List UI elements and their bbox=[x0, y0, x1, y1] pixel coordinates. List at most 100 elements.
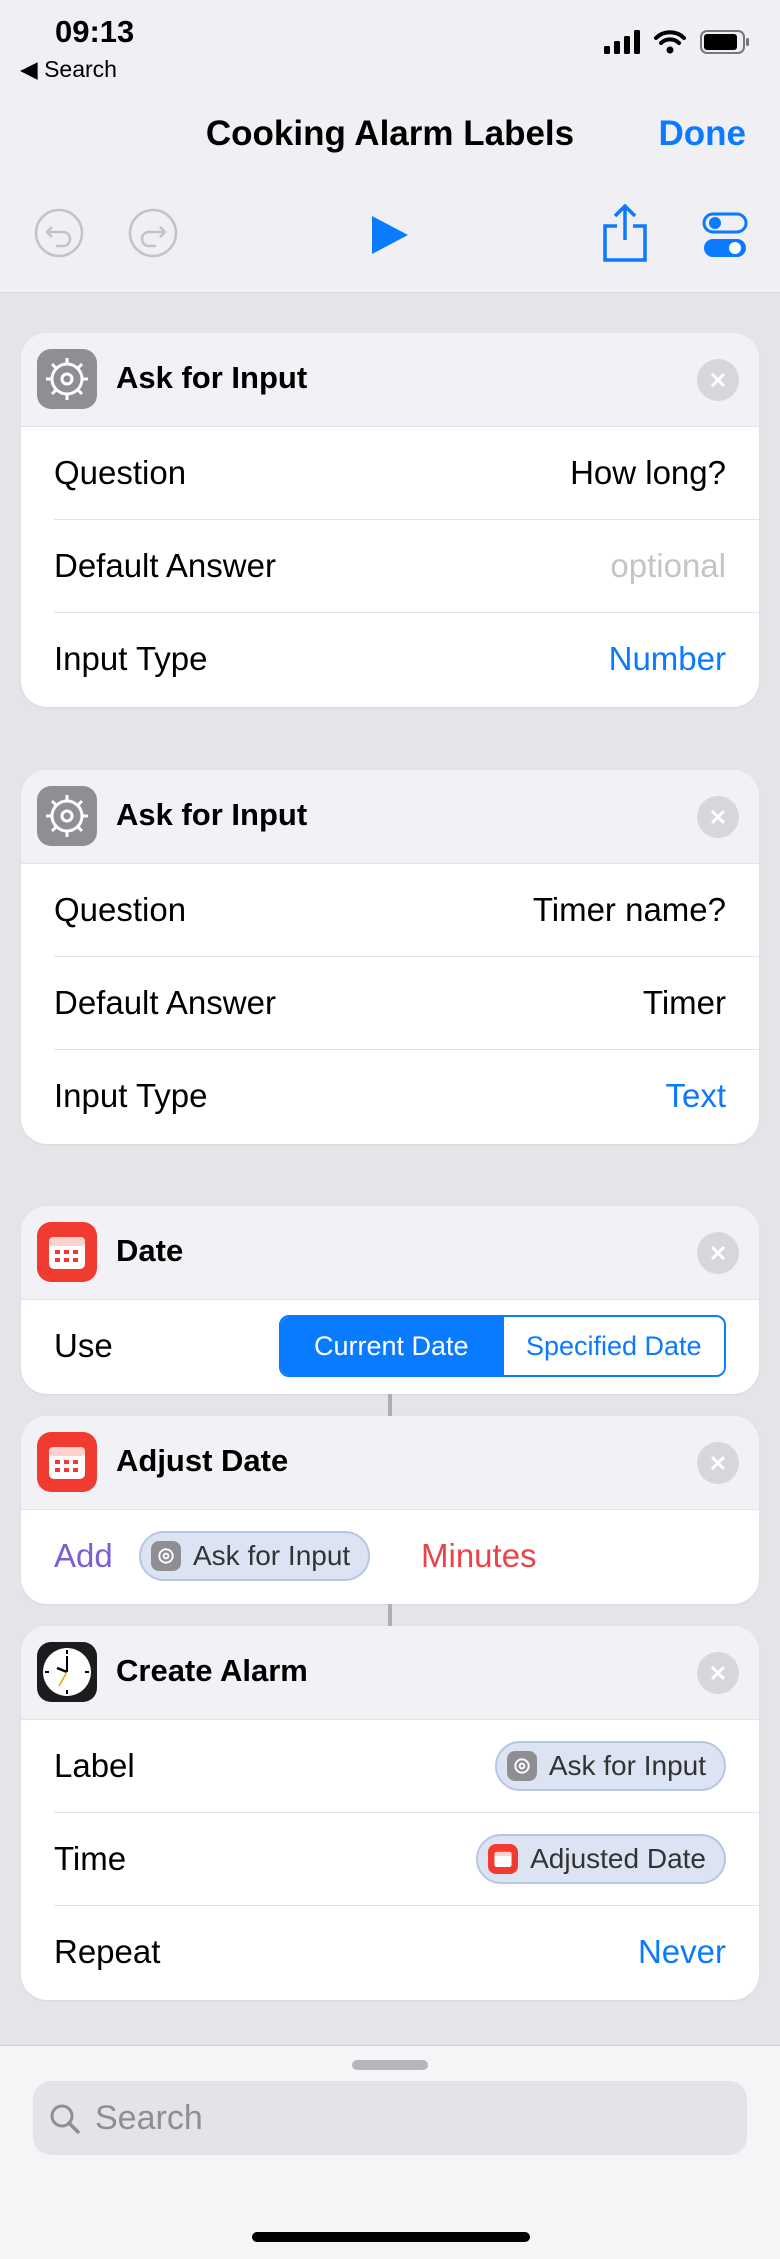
input-type-row[interactable]: Input Type Text bbox=[54, 1050, 759, 1142]
ask-for-input-token-icon bbox=[151, 1541, 181, 1571]
repeat-value[interactable]: Never bbox=[638, 1933, 726, 1971]
search-placeholder: Search bbox=[95, 2099, 203, 2137]
share-icon[interactable] bbox=[602, 204, 648, 262]
adjust-date-app-icon bbox=[37, 1432, 97, 1492]
question-label: Question bbox=[54, 891, 187, 928]
calendar-icon bbox=[49, 1447, 85, 1479]
action-title: Ask for Input bbox=[116, 360, 308, 395]
adjusted-date-variable-token[interactable]: Adjusted Date bbox=[476, 1834, 726, 1884]
label-label: Label bbox=[54, 1747, 135, 1784]
operation-param[interactable]: Add bbox=[54, 1537, 113, 1575]
search-input[interactable]: Search bbox=[33, 2081, 747, 2155]
wifi-icon bbox=[654, 30, 686, 54]
action-header: Ask for Input bbox=[21, 770, 759, 864]
default-answer-row[interactable]: Default Answer optional bbox=[54, 520, 759, 613]
clock-icon bbox=[43, 1648, 91, 1696]
create-alarm-action: Create Alarm Label Ask for Input Time Ad… bbox=[21, 1626, 759, 2000]
input-type-label: Input Type bbox=[54, 640, 208, 677]
unit-param[interactable]: Minutes bbox=[421, 1537, 537, 1575]
action-connector bbox=[388, 1394, 392, 1416]
action-header: Adjust Date bbox=[21, 1416, 759, 1510]
cellular-signal-icon bbox=[604, 30, 640, 54]
clock-app-icon bbox=[37, 1642, 97, 1702]
input-type-label: Input Type bbox=[54, 1077, 208, 1114]
gear-icon bbox=[46, 795, 88, 837]
close-icon bbox=[710, 1455, 726, 1471]
close-icon bbox=[710, 809, 726, 825]
calendar-icon bbox=[494, 1851, 512, 1868]
calendar-icon bbox=[49, 1237, 85, 1269]
search-icon bbox=[50, 2104, 80, 2134]
specified-date-segment[interactable]: Specified Date bbox=[501, 1317, 724, 1375]
ask-for-input-action-1: Ask for Input Question How long? Default… bbox=[21, 333, 759, 707]
ask-for-input-variable-token[interactable]: Ask for Input bbox=[494, 1741, 726, 1791]
close-icon bbox=[710, 372, 726, 388]
action-connector bbox=[388, 1604, 392, 1626]
label-row[interactable]: Label Ask for Input bbox=[54, 1720, 759, 1813]
action-header: Ask for Input bbox=[21, 333, 759, 427]
remove-action-button[interactable] bbox=[697, 359, 739, 401]
ask-for-input-variable-token[interactable]: Ask for Input bbox=[139, 1531, 371, 1581]
ask-for-input-token-icon bbox=[506, 1751, 537, 1781]
status-time: 09:13 bbox=[55, 14, 135, 49]
date-app-icon bbox=[37, 1222, 97, 1282]
remove-action-button[interactable] bbox=[697, 1442, 739, 1484]
play-icon[interactable] bbox=[370, 214, 410, 256]
input-type-value[interactable]: Number bbox=[609, 640, 726, 678]
status-icons bbox=[604, 30, 750, 54]
token-label: Ask for Input bbox=[193, 1540, 351, 1571]
current-date-segment[interactable]: Current Date bbox=[281, 1317, 502, 1375]
action-title: Create Alarm bbox=[116, 1653, 308, 1688]
actions-search-sheet: Search bbox=[0, 2045, 780, 2259]
remove-action-button[interactable] bbox=[697, 1652, 739, 1694]
action-title: Date bbox=[116, 1233, 184, 1268]
undo-icon[interactable] bbox=[34, 208, 84, 258]
default-answer-row[interactable]: Default Answer Timer bbox=[54, 957, 759, 1050]
input-type-value[interactable]: Text bbox=[665, 1077, 726, 1115]
ask-for-input-app-icon bbox=[37, 786, 97, 846]
token-label: Adjusted Date bbox=[530, 1843, 706, 1874]
question-row[interactable]: Question Timer name? bbox=[54, 864, 759, 957]
question-value[interactable]: How long? bbox=[570, 454, 726, 492]
action-header: Date bbox=[21, 1206, 759, 1300]
sheet-grabber[interactable] bbox=[352, 2060, 428, 2070]
action-title: Adjust Date bbox=[116, 1443, 289, 1478]
ask-for-input-app-icon bbox=[37, 349, 97, 409]
navigation-bar: Cooking Alarm Labels Done bbox=[0, 92, 780, 293]
time-row[interactable]: Time Adjusted Date bbox=[54, 1813, 759, 1906]
gear-icon bbox=[158, 1548, 174, 1564]
repeat-label: Repeat bbox=[54, 1933, 161, 1970]
repeat-row[interactable]: Repeat Never bbox=[54, 1906, 759, 1998]
use-label: Use bbox=[54, 1327, 113, 1364]
done-button[interactable]: Done bbox=[659, 114, 747, 154]
input-type-row[interactable]: Input Type Number bbox=[54, 613, 759, 705]
question-label: Question bbox=[54, 454, 187, 491]
ask-for-input-action-2: Ask for Input Question Timer name? Defau… bbox=[21, 770, 759, 1144]
gear-icon bbox=[514, 1758, 530, 1774]
action-title: Ask for Input bbox=[116, 797, 308, 832]
adjust-row: Add Ask for Input Minutes bbox=[21, 1510, 759, 1602]
use-row: Use Current Date Specified Date bbox=[54, 1300, 759, 1392]
action-header: Create Alarm bbox=[21, 1626, 759, 1720]
default-answer-label: Default Answer bbox=[54, 984, 276, 1021]
date-action: Date Use Current Date Specified Date bbox=[21, 1206, 759, 1394]
settings-toggle-icon[interactable] bbox=[702, 212, 748, 260]
close-icon bbox=[710, 1665, 726, 1681]
token-label: Ask for Input bbox=[548, 1750, 706, 1781]
date-source-segmented-control[interactable]: Current Date Specified Date bbox=[279, 1315, 726, 1377]
time-label: Time bbox=[54, 1840, 127, 1877]
question-row[interactable]: Question How long? bbox=[54, 427, 759, 520]
home-indicator[interactable] bbox=[252, 2232, 530, 2242]
default-answer-field[interactable]: optional bbox=[610, 547, 726, 585]
remove-action-button[interactable] bbox=[697, 796, 739, 838]
back-to-search-link[interactable]: ◀ Search bbox=[20, 56, 117, 83]
question-value[interactable]: Timer name? bbox=[533, 891, 726, 929]
default-answer-value[interactable]: Timer bbox=[643, 984, 726, 1022]
remove-action-button[interactable] bbox=[697, 1232, 739, 1274]
status-bar: 09:13 ◀ Search bbox=[0, 0, 780, 92]
adjust-date-action: Adjust Date Add Ask for Input Minutes bbox=[21, 1416, 759, 1604]
close-icon bbox=[710, 1245, 726, 1261]
gear-icon bbox=[46, 358, 88, 400]
default-answer-label: Default Answer bbox=[54, 547, 276, 584]
redo-icon[interactable] bbox=[128, 208, 178, 258]
